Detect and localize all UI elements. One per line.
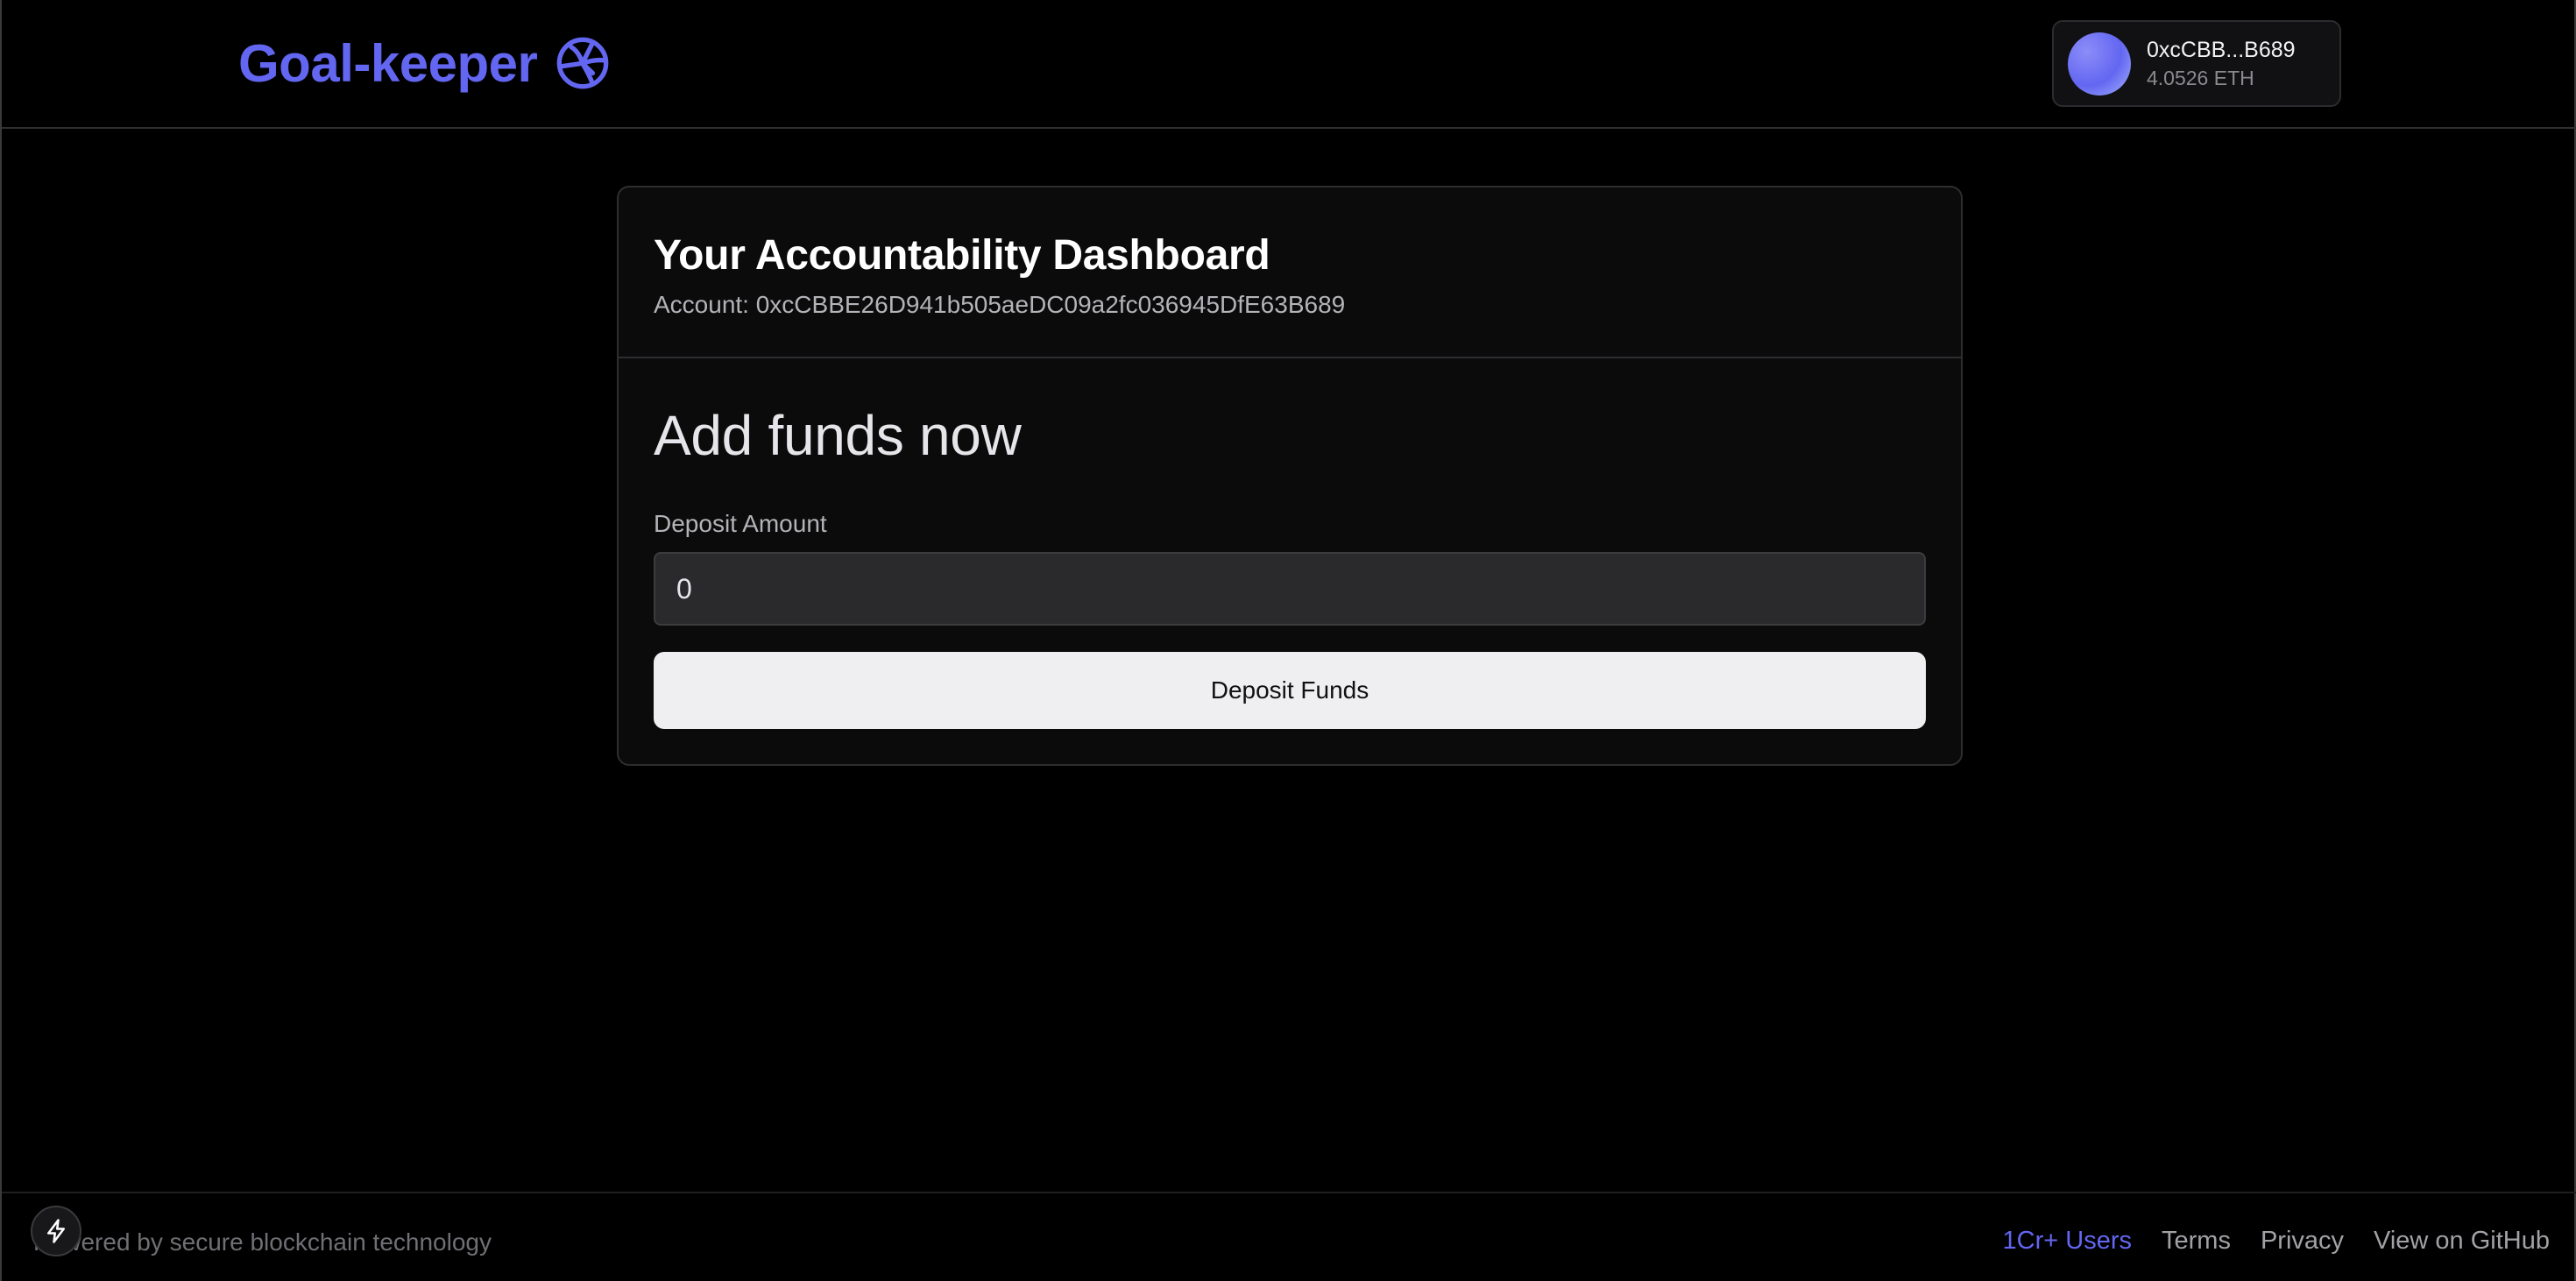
privacy-link[interactable]: Privacy — [2261, 1227, 2344, 1256]
card-header: Your Accountability Dashboard Account: 0… — [619, 188, 1961, 358]
users-link[interactable]: 1Cr+ Users — [2003, 1227, 2132, 1256]
wallet-button[interactable]: 0xcCBB...B689 4.0526 ETH — [2052, 20, 2341, 107]
volleyball-icon — [556, 37, 609, 89]
account-address: Account: 0xcCBBE26D941b505aeDC09a2fc0369… — [654, 291, 1346, 318]
footer-tagline: Powered by secure blockchain technology — [33, 1228, 492, 1256]
terms-link[interactable]: Terms — [2162, 1227, 2231, 1256]
app-window: Goal-keeper 0xcCBB...B689 4.0526 ETH You… — [0, 0, 2576, 1281]
brand[interactable]: Goal-keeper — [238, 32, 611, 95]
wallet-avatar — [2068, 32, 2131, 96]
bolt-badge-button[interactable] — [31, 1206, 81, 1256]
top-header: Goal-keeper 0xcCBB...B689 4.0526 ETH — [2, 0, 2576, 129]
deposit-amount-input[interactable] — [654, 552, 1926, 626]
deposit-amount-label: Deposit Amount — [654, 510, 827, 537]
page-title: Your Accountability Dashboard — [654, 232, 1270, 279]
dashboard-card: Your Accountability Dashboard Account: 0… — [617, 186, 1963, 766]
wallet-address: 0xcCBB...B689 — [2147, 37, 2296, 62]
wallet-info: 0xcCBB...B689 4.0526 ETH — [2147, 38, 2296, 90]
footer-links: 1Cr+ Users Terms Privacy View on GitHub — [2003, 1227, 2550, 1256]
footer: Powered by secure blockchain technology … — [2, 1192, 2576, 1281]
brand-title: Goal-keeper — [238, 33, 538, 93]
deposit-funds-button[interactable]: Deposit Funds — [654, 652, 1926, 729]
lightning-bolt-icon — [47, 1219, 65, 1243]
wallet-balance: 4.0526 ETH — [2147, 66, 2254, 89]
section-title: Add funds now — [654, 404, 1022, 467]
github-link[interactable]: View on GitHub — [2374, 1227, 2550, 1256]
